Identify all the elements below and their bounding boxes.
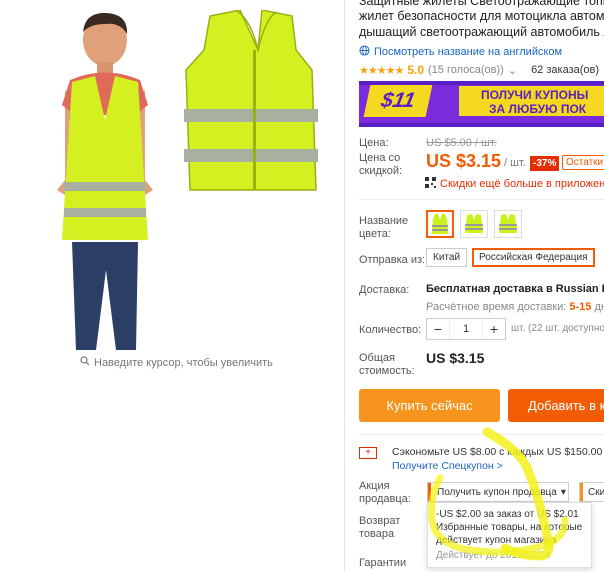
minus-icon[interactable]: −	[427, 319, 449, 339]
pane-divider	[344, 0, 345, 572]
vest-thumbnail-icon	[432, 214, 448, 234]
color-label: Название цвета:	[359, 215, 409, 240]
total-label: Общая стоимость:	[359, 352, 415, 377]
banner-line-2: ЗА ЛЮБУЮ ПОК	[489, 102, 587, 116]
original-price: US $5.00 / шт.	[426, 137, 497, 149]
magnifier-icon	[80, 356, 90, 369]
popup-coupon-expiry: Действует до 2019/02/24	[436, 550, 551, 561]
product-title-line-2: жилет безопасности для мотоцикла автомоб	[359, 9, 604, 23]
color-option-3[interactable]	[494, 210, 522, 238]
rating-row: ★★★★★ 5.0 (15 голоса(ов)) ⌄ 62 заказа(ов…	[359, 63, 599, 77]
ship-from-china[interactable]: Китай	[426, 248, 468, 267]
delivery-days-unit: дн.	[594, 301, 604, 313]
color-option-2[interactable]	[460, 210, 488, 238]
orders-count: 62 заказа(ов)	[531, 64, 600, 76]
delivery-days: 5-15	[569, 301, 592, 313]
rating-stars: ★★★★★	[359, 64, 404, 77]
qr-code-icon	[425, 177, 436, 191]
banner-text: ПОЛУЧИ КУПОНЫ ЗА ЛЮБУЮ ПОК	[459, 86, 604, 116]
return-label: Возврат товара	[359, 515, 401, 540]
product-title-line-3: дышащий светоотражающий автомобиль ле	[359, 25, 604, 39]
vest-photo	[184, 10, 318, 191]
plus-icon[interactable]: +	[483, 319, 505, 339]
seller-coupon-dropdown-label: Получить купон продавца	[437, 486, 557, 498]
zoom-hint-text: Наведите курсор, чтобы увеличить	[94, 356, 273, 369]
discount-badge: -37%	[530, 156, 560, 171]
product-details: Защитные жилеты Светоотражающие топы жил…	[359, 0, 604, 572]
chevron-down-icon[interactable]: ⌄	[508, 64, 517, 77]
popup-coupon-scope: Избранные товары, на которые действует к…	[436, 522, 583, 546]
ship-from-label: Отправка из:	[359, 254, 426, 266]
outlet-badge: Остатки	[562, 155, 604, 170]
seller-coupon-dropdown[interactable]: Получить купон продавца ▾	[427, 482, 569, 502]
delivery-estimate-prefix: Расчётное время доставки:	[426, 301, 567, 313]
color-options	[426, 210, 522, 238]
coupon-popup: -US $2.00 за заказ от US $2.01 Избранные…	[427, 502, 592, 568]
app-discount-text: Скидки ещё больше в приложении	[440, 178, 604, 190]
vest-thumbnail-icon	[499, 214, 517, 233]
seller-promo-label: Акция продавца:	[359, 480, 411, 505]
buy-now-button[interactable]: Купить сейчас	[359, 389, 500, 422]
sale-price: US $3.15	[426, 151, 502, 171]
section-divider	[359, 199, 604, 200]
price-unit: / шт.	[504, 157, 526, 169]
coupon-plus-icon: +	[359, 447, 377, 459]
popup-coupon-value: -US $2.00 за заказ от US $2.01	[436, 509, 579, 520]
product-title-line-1: Защитные жилеты Светоотражающие топы	[359, 0, 604, 8]
product-gallery: Наведите курсор, чтобы увеличить	[0, 0, 345, 572]
model-photo	[57, 12, 153, 350]
vest-thumbnail-icon	[465, 214, 483, 233]
globe-icon	[359, 45, 370, 59]
banner-amount: $11	[363, 85, 433, 117]
quantity-label: Количество:	[359, 324, 422, 336]
product-image[interactable]	[50, 10, 330, 350]
guarantee-label: Гарантии продавца:	[359, 557, 411, 572]
chevron-down-icon: ▾	[560, 486, 566, 498]
discount-dropdown[interactable]: Ски	[579, 482, 604, 502]
delivery-label: Доставка:	[359, 284, 410, 296]
delivery-estimate: Расчётное время доставки: 5-15 дн. ?	[426, 300, 604, 313]
sale-price-label: Цена со скидкой:	[359, 152, 403, 177]
quantity-value[interactable]: 1	[449, 319, 483, 339]
coupon-banner[interactable]: $11 ПОЛУЧИ КУПОНЫ ЗА ЛЮБУЮ ПОК	[359, 81, 604, 127]
zoom-hint: Наведите курсор, чтобы увеличить	[80, 356, 273, 369]
rating-votes[interactable]: (15 голоса(ов))	[428, 64, 504, 76]
quantity-stepper: − 1 +	[426, 318, 506, 340]
translate-link-text: Посмотреть название на английском	[374, 46, 563, 58]
ship-from-russia[interactable]: Российская Федерация	[472, 248, 595, 267]
price-label: Цена:	[359, 137, 389, 149]
free-shipping-text[interactable]: Бесплатная доставка в Russian Federa	[426, 283, 604, 295]
rating-value: 5.0	[407, 63, 424, 77]
add-to-cart-button[interactable]: Добавить в корз	[508, 389, 604, 422]
special-coupon-link[interactable]: Получите Спецкупон >	[392, 460, 503, 472]
app-discount-link[interactable]: Скидки ещё больше в приложении ▾	[425, 177, 604, 191]
savings-text: Сэкономьте US $8.00 с каждых US $150.00	[392, 446, 603, 458]
section-divider	[359, 434, 604, 435]
translate-title-link[interactable]: Посмотреть название на английском	[359, 45, 562, 59]
color-option-1[interactable]	[426, 210, 454, 238]
ship-from-options: Китай Российская Федерация	[426, 248, 595, 267]
quantity-available: шт. (22 шт. доступно)	[511, 323, 604, 334]
banner-line-1: ПОЛУЧИ КУПОНЫ	[481, 88, 589, 102]
total-price: US $3.15	[426, 350, 485, 366]
